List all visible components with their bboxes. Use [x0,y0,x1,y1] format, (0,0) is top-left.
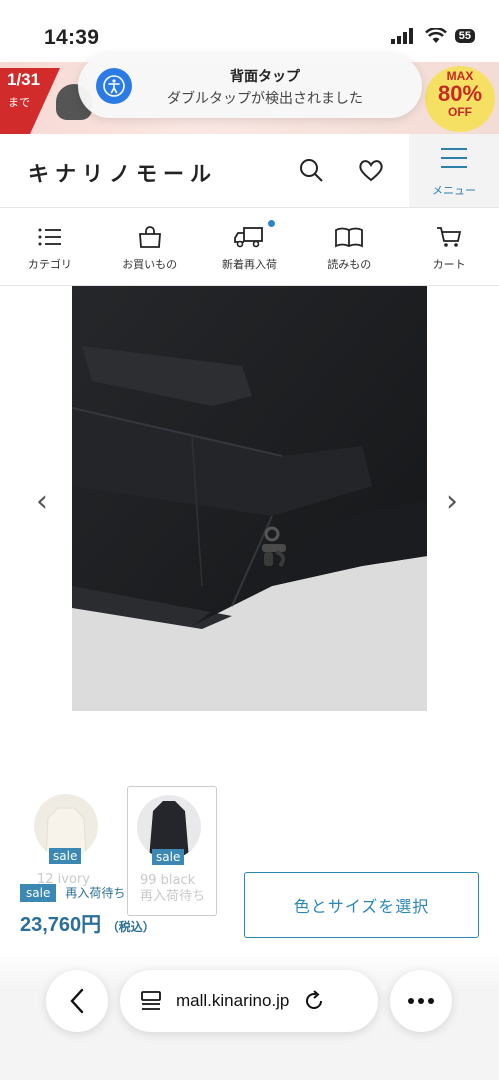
nav-item-reading[interactable]: 読みもの [299,208,399,285]
more-button[interactable] [390,970,452,1032]
delivery-truck-icon [234,227,264,248]
promo-date-badge: 1/31 まで [0,68,60,134]
url-text: mall.kinarino.jp [176,991,290,1010]
heart-icon[interactable] [357,156,385,184]
back-tap-toast: 背面タップ ダブルタップが検出されました [78,54,422,118]
sale-badge: sale [49,848,82,864]
price: 23,760円 （税込） [20,908,155,937]
battery-indicator: 55 [454,29,475,43]
price-value: 23,760円 [20,914,102,936]
select-color-size-button[interactable]: 色とサイズを選択 [244,872,479,938]
wifi-icon [424,28,447,43]
search-icon[interactable] [297,156,325,184]
next-image-arrow[interactable]: › [446,484,458,519]
status-time: 14:39 [44,26,100,49]
cart-icon [437,227,462,247]
restock-status: 再入荷待ち [65,886,126,900]
product-image[interactable] [72,286,427,711]
nav-item-shopping[interactable]: お買いもの [100,208,200,285]
toast-title: 背面タップ [230,69,300,85]
status-icons: 55 [390,28,475,44]
status-bar: 14:39 55 [0,0,499,62]
menu-button[interactable]: メニュー [409,134,499,207]
page-menu-icon[interactable] [140,990,162,1012]
prev-image-arrow[interactable]: ‹ [36,484,48,519]
promo-max-value: 80% [437,81,483,106]
site-header: キナリノモール メニュー [0,134,499,208]
nav-item-new-restock[interactable]: 新着再入荷 [200,208,300,285]
list-icon [38,228,61,246]
back-button[interactable] [46,970,108,1032]
nav-label: お買いもの [122,258,178,271]
nav-label: カテゴリ [27,258,72,271]
promo-date: 1/31 [7,70,41,89]
nav-label: 新着再入荷 [221,258,277,271]
price-box: sale 再入荷待ち 23,760円 （税込） [20,882,155,937]
ellipsis-icon [408,998,434,1004]
promo-max-badge: MAX 80% OFF [425,66,495,132]
site-logo[interactable]: キナリノモール [28,158,217,188]
promo-max-off: OFF [448,105,472,119]
tax-note: （税込） [106,920,155,934]
category-nav: カテゴリ お買いもの 新着再入荷 読みもの カート [0,208,499,286]
menu-label: メニュー [432,184,476,197]
browser-toolbar: mall.kinarino.jp [0,950,499,1080]
chevron-left-icon [70,988,84,1014]
nav-item-category[interactable]: カテゴリ [0,208,100,285]
book-icon [335,227,364,248]
promo-date-sub: まで [8,96,30,109]
address-bar[interactable]: mall.kinarino.jp [120,970,378,1032]
nav-label: 読みもの [327,258,372,271]
hamburger-icon [441,148,467,175]
shopping-bag-icon [138,226,161,248]
signal-icon [390,28,413,44]
new-notification-dot [267,220,275,227]
sale-badge: sale [20,884,57,902]
nav-item-cart[interactable]: カート [399,208,499,285]
reload-icon[interactable] [303,990,325,1012]
toast-message: ダブルタップが検出されました [167,91,363,107]
nav-label: カート [432,258,466,271]
sale-badge: sale [152,849,185,865]
